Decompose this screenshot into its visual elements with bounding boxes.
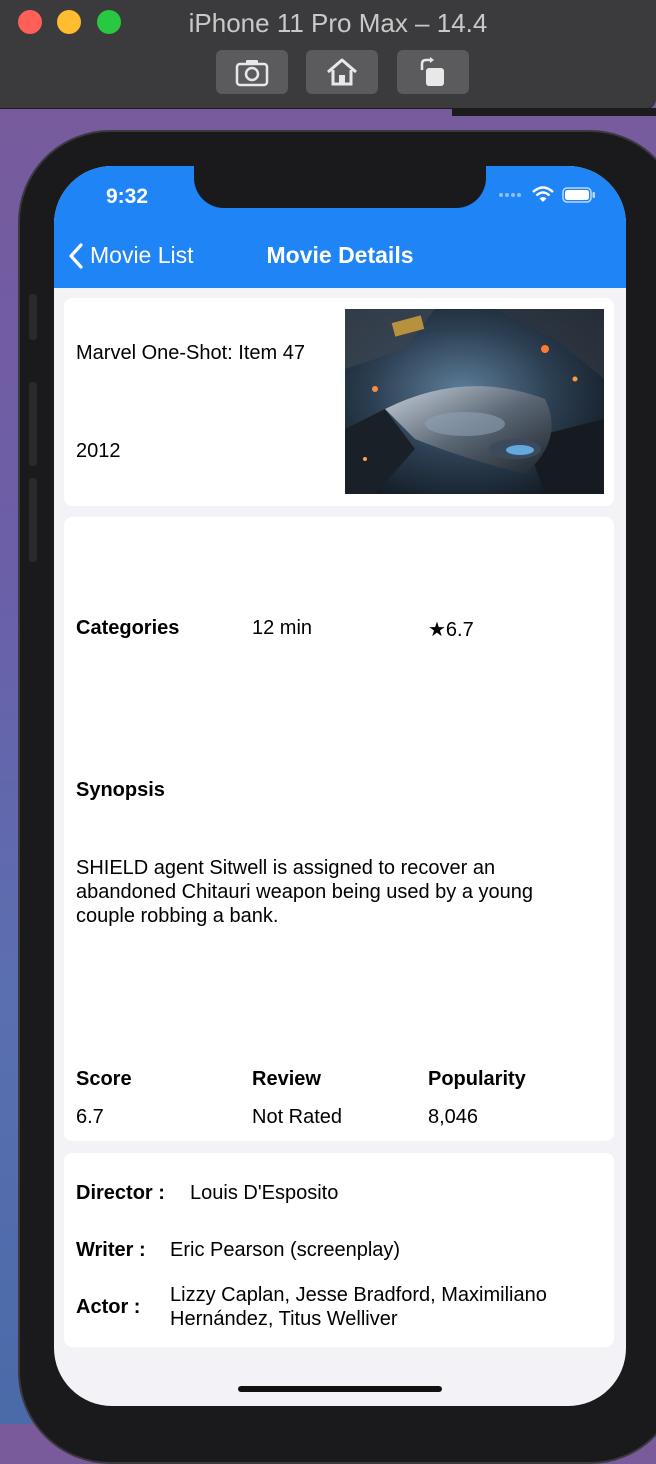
writer-label: Writer :: [76, 1239, 146, 1261]
popularity-label: Popularity: [428, 1068, 526, 1090]
categories-label: Categories: [76, 617, 180, 639]
screenshot-button[interactable]: [216, 50, 288, 94]
notch: [194, 166, 486, 208]
director-value: Louis D'Esposito: [190, 1182, 339, 1204]
phone-screen: 9:32 Movie List Movie Details Marvel One…: [54, 166, 626, 1406]
movie-poster: [345, 309, 604, 494]
simulator-title-bar: iPhone 11 Pro Max – 14.4: [0, 0, 656, 109]
navigation-bar: 9:32 Movie List Movie Details: [54, 166, 626, 288]
credits-card: Director : Louis D'Esposito Writer : Eri…: [64, 1153, 614, 1347]
rating: ★6.7: [428, 619, 474, 641]
review-label: Review: [252, 1068, 321, 1090]
movie-header-card: Marvel One-Shot: Item 47 2012: [64, 298, 614, 506]
window-shadow: [452, 108, 656, 116]
home-button[interactable]: [306, 50, 378, 94]
runtime: 12 min: [252, 617, 313, 639]
rotate-icon: [420, 57, 444, 86]
volume-down-button: [29, 478, 37, 562]
movie-info-card: Categories 12 min ★6.7 Synopsis SHIELD a…: [64, 517, 614, 1141]
synopsis-text: SHIELD agent Sitwell is assigned to reco…: [76, 857, 534, 927]
battery-icon: [562, 186, 595, 203]
popularity-value: 8,046: [428, 1106, 479, 1128]
writer-value: Eric Pearson (screenplay): [170, 1239, 401, 1261]
review-value: Not Rated: [252, 1106, 343, 1128]
simulator-title: iPhone 11 Pro Max – 14.4: [188, 8, 488, 38]
score-label: Score: [76, 1068, 132, 1090]
screenshot-icon: [235, 60, 269, 87]
actor-value: Lizzy Caplan, Jesse Bradford, Maximilian…: [170, 1284, 547, 1330]
status-time: 9:32: [106, 185, 149, 208]
actor-label: Actor :: [76, 1296, 141, 1318]
wifi-icon: [532, 186, 554, 202]
cellular-signal-icon: [499, 192, 521, 197]
synopsis-label: Synopsis: [76, 779, 165, 801]
volume-up-button: [29, 382, 37, 466]
home-indicator[interactable]: [238, 1386, 442, 1392]
movie-year: 2012: [76, 440, 121, 462]
home-icon: [327, 58, 357, 86]
director-label: Director :: [76, 1182, 165, 1204]
mute-switch: [29, 294, 37, 340]
status-icons: [498, 186, 596, 203]
movie-title: Marvel One-Shot: Item 47: [76, 342, 305, 364]
rotate-button[interactable]: [397, 50, 469, 94]
page-title: Movie Details: [266, 242, 414, 268]
score-value: 6.7: [76, 1106, 104, 1128]
